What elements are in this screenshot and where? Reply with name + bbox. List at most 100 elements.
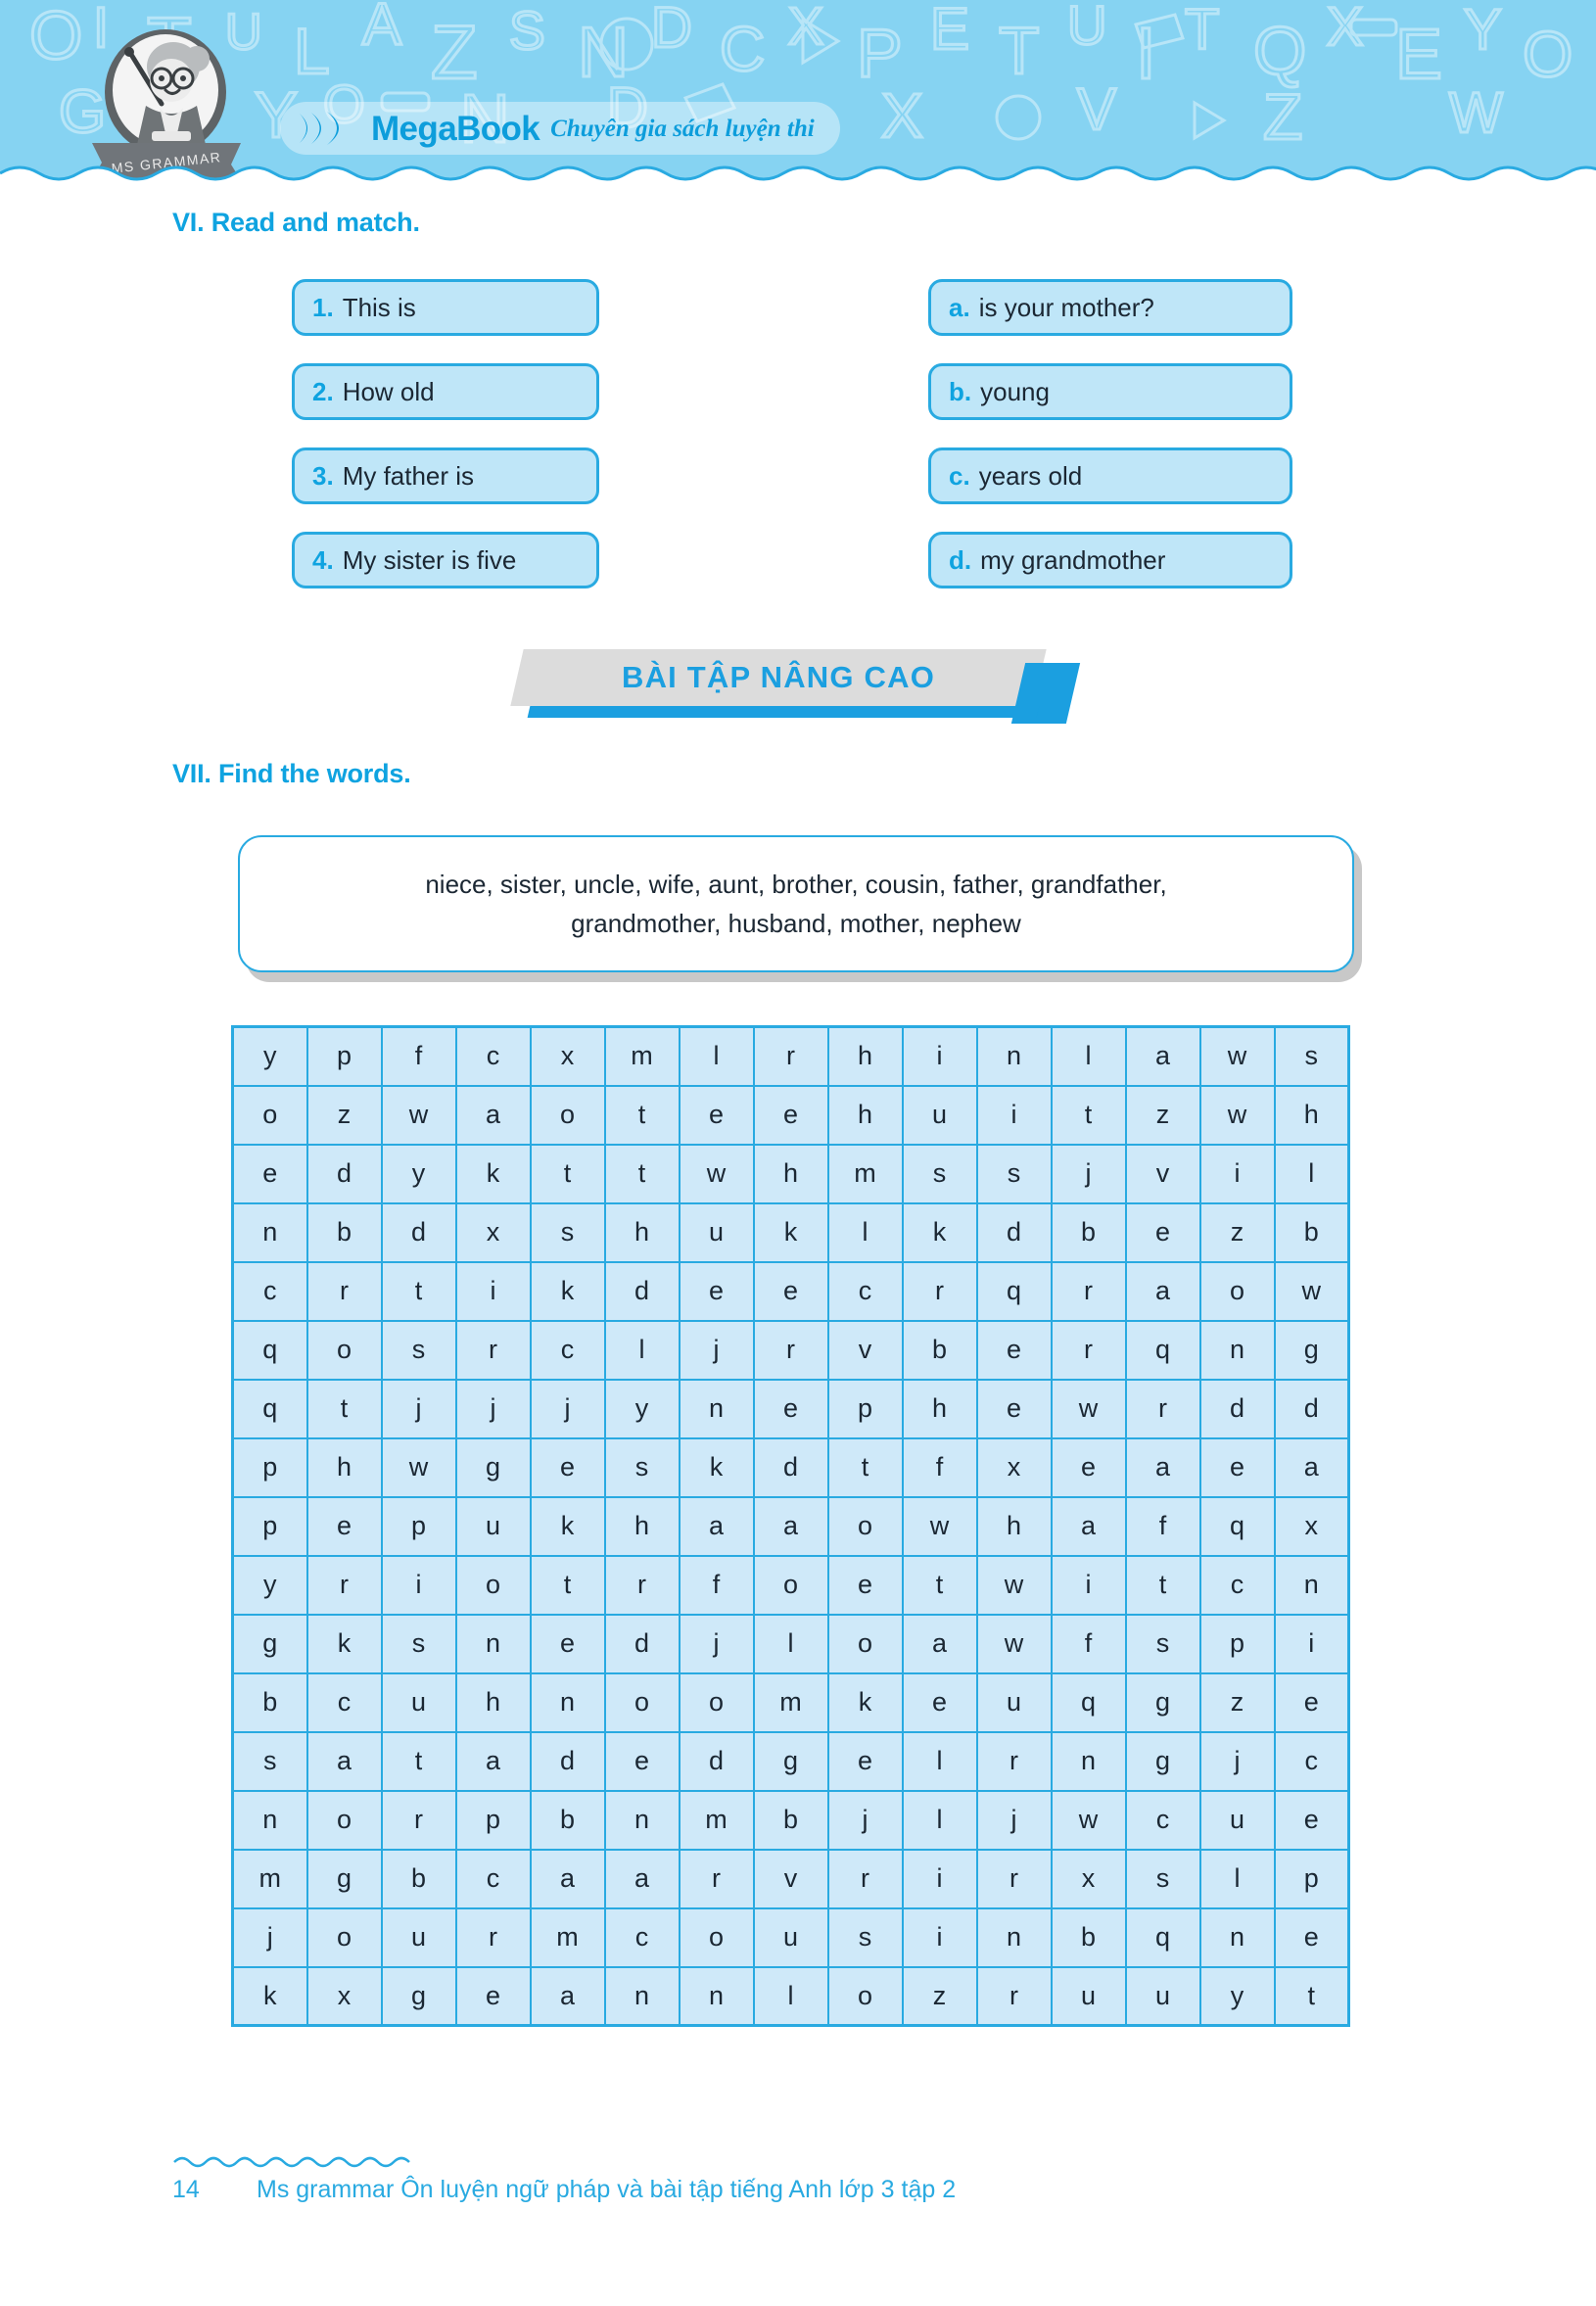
word-search-cell[interactable]: l xyxy=(1273,1143,1350,1204)
word-search-cell[interactable]: s xyxy=(975,1143,1053,1204)
word-search-cell[interactable]: c xyxy=(826,1260,904,1322)
word-search-cell[interactable]: a xyxy=(1124,1436,1201,1498)
word-search-cell[interactable]: r xyxy=(678,1848,755,1909)
word-search-cell[interactable]: e xyxy=(1273,1671,1350,1733)
word-search-cell[interactable]: q xyxy=(231,1378,308,1439)
word-search-cell[interactable]: w xyxy=(975,1554,1053,1616)
word-search-cell[interactable]: a xyxy=(752,1495,829,1557)
word-search-cell[interactable]: c xyxy=(454,1848,532,1909)
word-search-cell[interactable]: l xyxy=(901,1730,978,1792)
word-search-cell[interactable]: l xyxy=(1050,1025,1127,1087)
word-search-cell[interactable]: o xyxy=(603,1671,681,1733)
word-search-cell[interactable]: w xyxy=(1198,1025,1276,1087)
word-search-cell[interactable]: o xyxy=(826,1613,904,1674)
word-search-cell[interactable]: u xyxy=(454,1495,532,1557)
word-search-cell[interactable]: b xyxy=(305,1201,383,1263)
word-search-cell[interactable]: n xyxy=(231,1789,308,1851)
word-search-cell[interactable]: n xyxy=(975,1025,1053,1087)
word-search-cell[interactable]: k xyxy=(454,1143,532,1204)
word-search-cell[interactable]: w xyxy=(678,1143,755,1204)
word-search-cell[interactable]: n xyxy=(1198,1906,1276,1968)
word-search-cell[interactable]: e xyxy=(1050,1436,1127,1498)
word-search-cell[interactable]: y xyxy=(231,1025,308,1087)
word-search-cell[interactable]: t xyxy=(1050,1084,1127,1146)
word-search-cell[interactable]: s xyxy=(1124,1848,1201,1909)
word-search-cell[interactable]: c xyxy=(1273,1730,1350,1792)
word-search-cell[interactable]: f xyxy=(678,1554,755,1616)
word-search-cell[interactable]: b xyxy=(380,1848,457,1909)
word-search-cell[interactable]: u xyxy=(678,1201,755,1263)
word-search-cell[interactable]: t xyxy=(826,1436,904,1498)
word-search-cell[interactable]: e xyxy=(529,1613,606,1674)
word-search-cell[interactable]: p xyxy=(454,1789,532,1851)
word-search-cell[interactable]: x xyxy=(1273,1495,1350,1557)
word-search-cell[interactable]: k xyxy=(529,1260,606,1322)
word-search-cell[interactable]: j xyxy=(826,1789,904,1851)
word-search-cell[interactable]: n xyxy=(454,1613,532,1674)
word-search-cell[interactable]: g xyxy=(305,1848,383,1909)
word-search-cell[interactable]: i xyxy=(454,1260,532,1322)
word-search-cell[interactable]: q xyxy=(975,1260,1053,1322)
word-search-cell[interactable]: b xyxy=(1050,1906,1127,1968)
word-search-cell[interactable]: c xyxy=(603,1906,681,1968)
word-search-cell[interactable]: c xyxy=(1198,1554,1276,1616)
word-search-cell[interactable]: s xyxy=(380,1319,457,1381)
match-right-item-b[interactable]: b. young xyxy=(928,363,1292,420)
word-search-cell[interactable]: e xyxy=(529,1436,606,1498)
word-search-cell[interactable]: c xyxy=(454,1025,532,1087)
word-search-cell[interactable]: u xyxy=(380,1671,457,1733)
word-search-cell[interactable]: n xyxy=(1273,1554,1350,1616)
word-search-cell[interactable]: m xyxy=(678,1789,755,1851)
word-search-cell[interactable]: b xyxy=(529,1789,606,1851)
word-search-cell[interactable]: c xyxy=(231,1260,308,1322)
word-search-cell[interactable]: e xyxy=(1273,1789,1350,1851)
word-search-cell[interactable]: j xyxy=(1198,1730,1276,1792)
word-search-cell[interactable]: s xyxy=(231,1730,308,1792)
word-search-cell[interactable]: e xyxy=(305,1495,383,1557)
word-search-cell[interactable]: r xyxy=(380,1789,457,1851)
word-search-cell[interactable]: d xyxy=(603,1613,681,1674)
word-search-cell[interactable]: j xyxy=(529,1378,606,1439)
word-search-cell[interactable]: f xyxy=(1124,1495,1201,1557)
word-search-cell[interactable]: j xyxy=(454,1378,532,1439)
word-search-cell[interactable]: a xyxy=(529,1965,606,2027)
word-search-cell[interactable]: w xyxy=(975,1613,1053,1674)
word-search-cell[interactable]: t xyxy=(1273,1965,1350,2027)
word-search-cell[interactable]: b xyxy=(1273,1201,1350,1263)
match-left-item-2[interactable]: 2. How old xyxy=(292,363,599,420)
word-search-cell[interactable]: h xyxy=(454,1671,532,1733)
word-search-cell[interactable]: r xyxy=(752,1025,829,1087)
word-search-cell[interactable]: i xyxy=(1273,1613,1350,1674)
word-search-cell[interactable]: x xyxy=(1050,1848,1127,1909)
word-search-cell[interactable]: e xyxy=(826,1730,904,1792)
word-search-cell[interactable]: h xyxy=(826,1025,904,1087)
word-search-cell[interactable]: s xyxy=(603,1436,681,1498)
word-search-cell[interactable]: g xyxy=(380,1965,457,2027)
word-search-cell[interactable]: r xyxy=(305,1554,383,1616)
word-search-cell[interactable]: a xyxy=(454,1084,532,1146)
word-search-cell[interactable]: h xyxy=(975,1495,1053,1557)
word-search-cell[interactable]: j xyxy=(1050,1143,1127,1204)
word-search-cell[interactable]: e xyxy=(678,1084,755,1146)
word-search-cell[interactable]: y xyxy=(380,1143,457,1204)
word-search-cell[interactable]: d xyxy=(603,1260,681,1322)
word-search-cell[interactable]: p xyxy=(1198,1613,1276,1674)
word-search-cell[interactable]: w xyxy=(380,1436,457,1498)
word-search-cell[interactable]: o xyxy=(231,1084,308,1146)
word-search-cell[interactable]: i xyxy=(1050,1554,1127,1616)
word-search-cell[interactable]: e xyxy=(826,1554,904,1616)
word-search-cell[interactable]: h xyxy=(826,1084,904,1146)
word-search-cell[interactable]: b xyxy=(231,1671,308,1733)
word-search-cell[interactable]: e xyxy=(231,1143,308,1204)
word-search-cell[interactable]: n xyxy=(975,1906,1053,1968)
word-search-cell[interactable]: q xyxy=(1124,1906,1201,1968)
word-search-cell[interactable]: t xyxy=(1124,1554,1201,1616)
word-search-cell[interactable]: z xyxy=(1198,1671,1276,1733)
word-search-cell[interactable]: t xyxy=(380,1260,457,1322)
word-search-cell[interactable]: a xyxy=(1273,1436,1350,1498)
word-search-cell[interactable]: n xyxy=(1198,1319,1276,1381)
word-search-cell[interactable]: h xyxy=(752,1143,829,1204)
word-search-cell[interactable]: j xyxy=(678,1319,755,1381)
word-search-cell[interactable]: y xyxy=(231,1554,308,1616)
word-search-cell[interactable]: b xyxy=(901,1319,978,1381)
